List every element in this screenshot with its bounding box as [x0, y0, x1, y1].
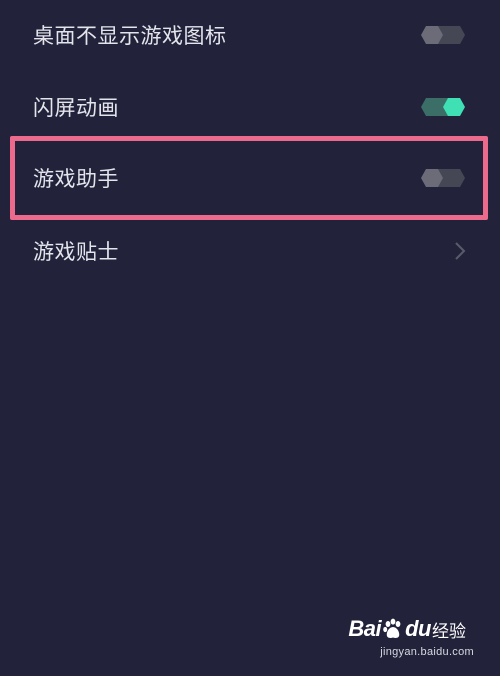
highlight-box [10, 136, 488, 220]
paw-icon [382, 618, 404, 640]
setting-label: 游戏贴士 [33, 240, 119, 264]
setting-row-hide-desktop-icon[interactable]: 桌面不显示游戏图标 [0, 0, 500, 70]
chevron-right-icon [454, 241, 466, 261]
setting-row-game-tips[interactable]: 游戏贴士 [0, 216, 500, 286]
toggle-off-icon [421, 26, 465, 44]
watermark-url: jingyan.baidu.com [380, 646, 474, 658]
baidu-jingyan-watermark: Bai du 经验 jingyan.baidu.com [348, 614, 474, 664]
setting-label: 闪屏动画 [33, 96, 119, 120]
setting-row-splash-animation[interactable]: 闪屏动画 [0, 72, 500, 142]
baidu-logo: Bai du 经验 [348, 616, 466, 642]
setting-label: 桌面不显示游戏图标 [33, 24, 227, 48]
toggle-on-icon [421, 98, 465, 116]
splash-animation-toggle[interactable] [420, 96, 466, 118]
hide-desktop-icon-toggle[interactable] [420, 24, 466, 46]
